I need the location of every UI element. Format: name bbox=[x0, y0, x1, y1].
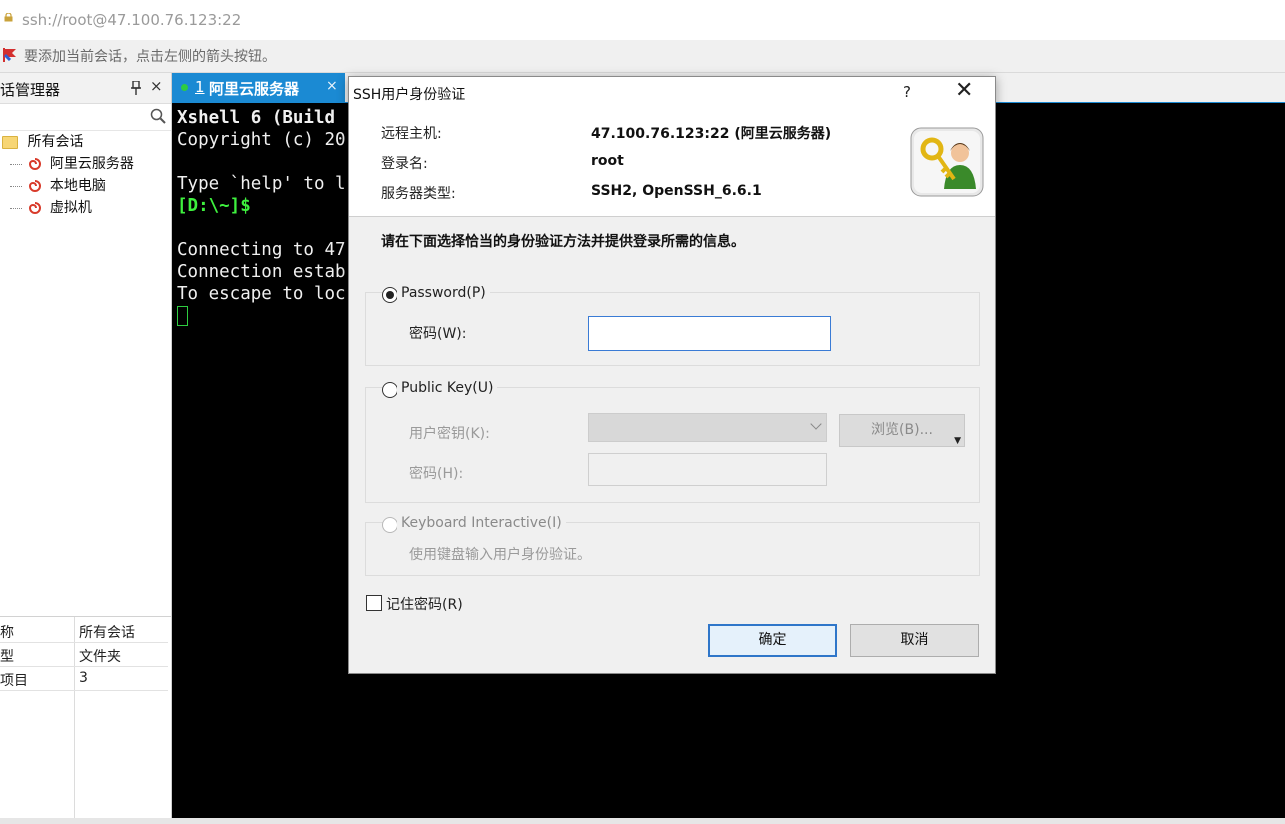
folder-icon bbox=[2, 135, 18, 149]
connection-status-icon bbox=[181, 84, 188, 91]
property-row: 称 所有会话 bbox=[0, 619, 168, 643]
password-radio-label[interactable]: Password(P) bbox=[397, 285, 490, 301]
lock-icon bbox=[4, 13, 13, 22]
keyboard-interactive-radio[interactable] bbox=[382, 517, 398, 533]
session-manager-close-button[interactable]: × bbox=[150, 77, 163, 95]
tab-close-button[interactable]: × bbox=[326, 78, 338, 94]
tree-item-session[interactable]: 阿里云服务器 bbox=[2, 153, 170, 175]
user-key-label: 用户密钥(K): bbox=[409, 426, 490, 442]
instruction-text: 请在下面选择恰当的身份验证方法并提供登录所需的信息。 bbox=[381, 234, 745, 250]
public-key-radio[interactable] bbox=[382, 382, 398, 398]
chevron-down-icon bbox=[810, 418, 822, 430]
session-search-field[interactable] bbox=[0, 104, 171, 131]
server-type-value: SSH2, OpenSSH_6.6.1 bbox=[591, 183, 762, 199]
cancel-button[interactable]: 取消 bbox=[850, 624, 979, 657]
pin-icon[interactable] bbox=[131, 81, 141, 95]
terminal-line: Xshell 6 (Build bbox=[177, 108, 336, 128]
session-manager-title: 话管理器 bbox=[0, 81, 61, 99]
browse-button[interactable]: 浏览(B)... ▼ bbox=[839, 414, 965, 447]
help-button[interactable]: ? bbox=[903, 83, 911, 101]
dropdown-arrow-icon: ▼ bbox=[954, 436, 961, 446]
session-manager-panel: 话管理器 × 所有会话 阿里云服务器 本地电脑 虚拟机 称 所有会话 型 文件夹… bbox=[0, 73, 172, 819]
terminal-line: Type `help' to l bbox=[177, 174, 346, 194]
property-row: 型 文件夹 bbox=[0, 643, 168, 667]
hint-bar: 要添加当前会话，点击左侧的箭头按钮。 bbox=[0, 40, 1285, 73]
public-key-radio-label[interactable]: Public Key(U) bbox=[397, 380, 498, 396]
remember-password-label[interactable]: 记住密码(R) bbox=[386, 594, 463, 614]
passphrase-label: 密码(H): bbox=[409, 466, 464, 482]
tab-number: 1 bbox=[195, 78, 205, 96]
terminal-cursor bbox=[177, 306, 188, 326]
server-type-label: 服务器类型: bbox=[381, 186, 456, 202]
tab-label: 阿里云服务器 bbox=[209, 80, 300, 98]
terminal-line: To escape to loc bbox=[177, 284, 346, 304]
password-radio[interactable] bbox=[382, 287, 398, 303]
search-icon[interactable] bbox=[150, 108, 166, 124]
property-row: 项目 3 bbox=[0, 667, 168, 691]
tree-item-session[interactable]: 虚拟机 bbox=[2, 197, 170, 219]
ok-button[interactable]: 确定 bbox=[708, 624, 837, 657]
remote-host-value: 47.100.76.123:22 (阿里云服务器) bbox=[591, 126, 832, 142]
password-field-label: 密码(W): bbox=[409, 326, 467, 342]
tree-item-session[interactable]: 本地电脑 bbox=[2, 175, 170, 197]
status-strip bbox=[0, 818, 1285, 824]
keyboard-interactive-description: 使用键盘输入用户身份验证。 bbox=[409, 547, 591, 563]
session-swirl-icon bbox=[29, 180, 42, 192]
add-session-arrow-icon[interactable] bbox=[2, 47, 18, 63]
dialog-title: SSH用户身份验证 bbox=[353, 87, 466, 103]
tree-root-all-sessions[interactable]: 所有会话 bbox=[2, 131, 170, 153]
session-tree: 所有会话 阿里云服务器 本地电脑 虚拟机 bbox=[2, 131, 170, 219]
key-user-icon bbox=[910, 127, 984, 197]
connection-info: 远程主机: 47.100.76.123:22 (阿里云服务器) 登录名: roo… bbox=[349, 107, 995, 217]
remote-host-label: 远程主机: bbox=[381, 126, 442, 142]
session-url[interactable]: ssh://root@47.100.76.123:22 bbox=[22, 11, 241, 29]
hint-text: 要添加当前会话，点击左侧的箭头按钮。 bbox=[24, 49, 276, 65]
session-swirl-icon bbox=[29, 158, 42, 170]
keyboard-interactive-radio-label[interactable]: Keyboard Interactive(I) bbox=[397, 515, 566, 531]
terminal-line: Copyright (c) 20 bbox=[177, 130, 346, 150]
terminal-prompt: [D:\~]$ bbox=[177, 196, 251, 216]
terminal-line: Connection estab bbox=[177, 262, 346, 282]
passphrase-input[interactable] bbox=[588, 453, 827, 486]
dialog-titlebar: SSH用户身份验证 ? ✕ bbox=[349, 77, 995, 107]
ssh-auth-dialog: SSH用户身份验证 ? ✕ 远程主机: 47.100.76.123:22 (阿里… bbox=[348, 76, 996, 674]
terminal-line: Connecting to 47 bbox=[177, 240, 346, 260]
password-input[interactable] bbox=[588, 316, 831, 351]
dialog-close-button[interactable]: ✕ bbox=[955, 78, 973, 103]
remember-password-checkbox[interactable] bbox=[366, 595, 382, 611]
session-swirl-icon bbox=[29, 202, 42, 214]
address-bar: ssh://root@47.100.76.123:22 bbox=[0, 0, 1285, 41]
login-name-value: root bbox=[591, 153, 624, 169]
session-properties-table: 称 所有会话 型 文件夹 项目 3 bbox=[0, 616, 171, 819]
tab-aliyun-server[interactable]: 1 阿里云服务器 × bbox=[172, 73, 345, 102]
user-key-dropdown[interactable] bbox=[588, 413, 827, 442]
login-name-label: 登录名: bbox=[381, 156, 428, 172]
session-manager-header: 话管理器 × bbox=[0, 73, 171, 104]
